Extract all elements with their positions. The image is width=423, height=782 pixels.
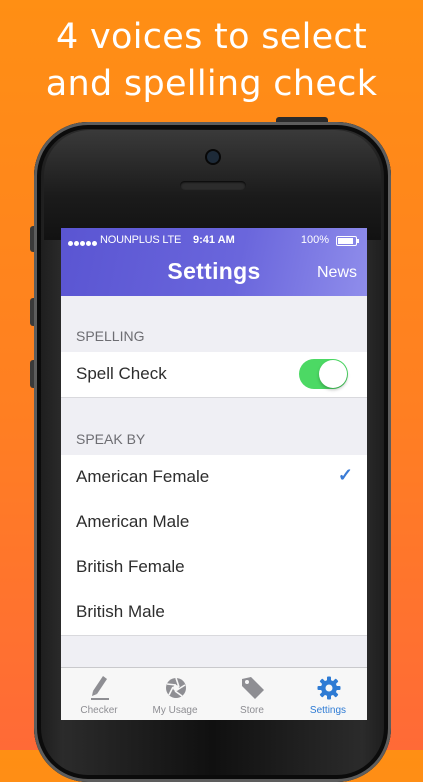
voice-option-british-male[interactable]: British Male (61, 590, 367, 636)
tab-label: My Usage (152, 705, 198, 716)
voice-option-label: American Female (76, 467, 210, 486)
promo-headline-line2: and spelling check (45, 64, 378, 104)
page-title: Settings (167, 258, 261, 284)
gear-icon (317, 676, 341, 700)
voice-option-label: British Female (76, 557, 185, 576)
status-time: 9:41 AM (193, 234, 235, 246)
aperture-icon (166, 677, 186, 698)
spell-check-toggle[interactable] (299, 359, 348, 389)
spell-check-row: Spell Check (61, 352, 367, 398)
tab-checker[interactable]: Checker (61, 668, 137, 720)
voice-option-label: American Male (76, 512, 190, 531)
toggle-knob (319, 360, 347, 388)
tab-settings[interactable]: Settings (290, 668, 366, 720)
voice-option-label: British Male (76, 602, 165, 621)
battery-icon (336, 236, 359, 246)
status-bar: NOUNPLUS LTE 9:41 AM 100% (68, 234, 359, 248)
section-header-label: SPELLING (76, 328, 145, 344)
app-screen: NOUNPLUS LTE 9:41 AM 100% Settings News … (61, 228, 367, 720)
news-button[interactable]: News (317, 264, 357, 282)
tag-icon (242, 677, 264, 699)
battery-percentage: 100% (300, 234, 329, 246)
voice-option-american-female[interactable]: American Female ✓ (61, 455, 367, 501)
earpiece-speaker (180, 181, 246, 190)
settings-table: SPELLING Spell Check SPEAK BY American F… (61, 296, 367, 636)
spell-check-label: Spell Check (76, 364, 167, 383)
checkmark-icon: ✓ (337, 465, 353, 485)
front-camera (207, 151, 219, 163)
navigation-bar: NOUNPLUS LTE 9:41 AM 100% Settings News (61, 228, 367, 296)
tab-my-usage[interactable]: My Usage (137, 668, 213, 720)
voice-option-american-male[interactable]: American Male (61, 500, 367, 546)
promo-headline: 4 voices to select and spelling check (0, 14, 423, 108)
tab-bar: Checker My Usage Store Settings (61, 667, 367, 720)
signal-strength-icon (68, 237, 98, 249)
pencil-icon (91, 676, 109, 700)
promo-headline-line1: 4 voices to select (55, 17, 368, 57)
section-header-speak-by: SPEAK BY (61, 398, 367, 455)
voice-option-british-female[interactable]: British Female (61, 545, 367, 591)
carrier-label: NOUNPLUS LTE (100, 234, 182, 246)
section-header-label: SPEAK BY (76, 431, 146, 447)
section-header-spelling: SPELLING (61, 296, 367, 352)
tab-label: Store (240, 705, 264, 716)
tab-label: Settings (309, 705, 347, 716)
tab-store[interactable]: Store (214, 668, 290, 720)
tab-label: Checker (80, 705, 118, 716)
